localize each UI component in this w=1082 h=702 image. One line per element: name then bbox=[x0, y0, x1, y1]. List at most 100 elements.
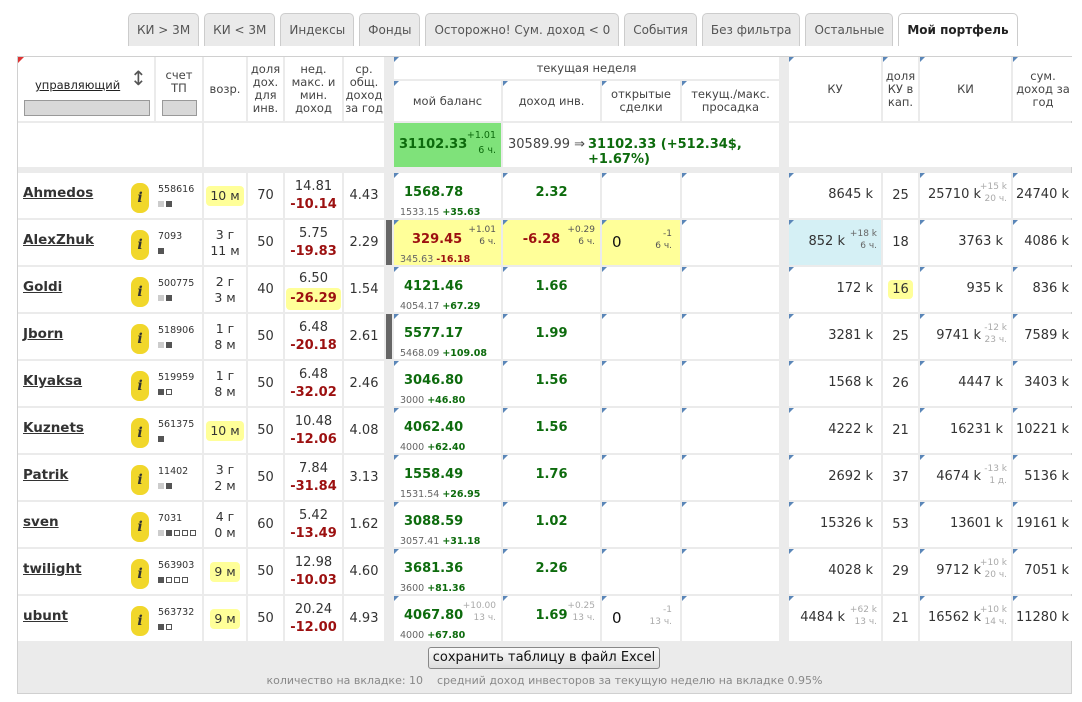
tab-no-filter[interactable]: Без фильтра bbox=[701, 13, 801, 46]
balance-sub: 3000 +46.80 bbox=[400, 395, 465, 406]
manager-name-link[interactable]: Goldi bbox=[23, 279, 62, 295]
header-share-income[interactable]: доля дох. для инв. bbox=[248, 57, 283, 121]
info-icon[interactable]: i bbox=[131, 559, 149, 589]
week-maxmin: 5.42 -13.49 bbox=[285, 502, 342, 547]
header-ku-share[interactable]: доля КУ в кап. bbox=[883, 57, 918, 121]
week-min: -20.18 bbox=[290, 337, 337, 353]
info-icon[interactable]: i bbox=[131, 277, 149, 307]
header-my-balance[interactable]: мой баланс bbox=[394, 81, 501, 121]
info-icon[interactable]: i bbox=[131, 606, 149, 636]
account-filter-input[interactable] bbox=[162, 100, 197, 116]
age-line: 2 г bbox=[215, 273, 235, 289]
sort-arrows-icon[interactable]: ↕ bbox=[130, 68, 147, 88]
manager-name-link[interactable]: sven bbox=[23, 514, 59, 530]
header-inv-income[interactable]: доход инв. bbox=[503, 81, 600, 121]
age-line: 10 м bbox=[206, 420, 244, 441]
manager-name-link[interactable]: AlexZhuk bbox=[23, 232, 94, 248]
ku-share-text: 21 bbox=[892, 611, 909, 626]
ku-cell: 4028 k bbox=[789, 549, 881, 594]
header-drawdown[interactable]: текущ./макс. просадка bbox=[682, 81, 779, 121]
week-max: 20.24 bbox=[294, 601, 333, 617]
change-value: -1 bbox=[663, 605, 672, 615]
balance-base: 3000 bbox=[400, 395, 425, 406]
ku-share-value: 21 bbox=[883, 596, 918, 641]
account-number: 561375 bbox=[158, 419, 195, 430]
manager-name-link[interactable]: Klyaksa bbox=[23, 373, 82, 389]
manager-name-link[interactable]: twilight bbox=[23, 561, 82, 577]
tab-ki-gt-3m[interactable]: КИ > 3М bbox=[128, 13, 200, 46]
week-min: -12.06 bbox=[290, 431, 337, 447]
info-icon[interactable]: i bbox=[131, 371, 149, 401]
header-week-maxmin[interactable]: нед. макс. и мин. доход bbox=[285, 57, 342, 121]
ku-share-text: 16 bbox=[888, 280, 913, 299]
ki-cell: 25710 k +15 k 20 ч. bbox=[920, 173, 1011, 218]
drawdown-cell bbox=[682, 549, 779, 594]
balance-delta: +109.08 bbox=[442, 348, 487, 359]
week-maxmin-cell: 6.48 -32.02 bbox=[285, 361, 342, 406]
manager-name-link[interactable]: ubunt bbox=[23, 608, 68, 624]
income-cell: 1.76 bbox=[503, 455, 600, 500]
balance-delta: +67.29 bbox=[442, 301, 481, 312]
tab-others[interactable]: Остальные bbox=[805, 13, 894, 46]
tab-ki-lt-3m[interactable]: КИ < 3М bbox=[204, 13, 276, 46]
info-icon[interactable]: i bbox=[131, 183, 149, 213]
open-deals-cell bbox=[602, 361, 680, 406]
manager-name-link[interactable]: Ahmedos bbox=[23, 185, 93, 201]
sort-manager-link[interactable]: управляющий bbox=[35, 79, 120, 92]
header-open-deals[interactable]: открытые сделки bbox=[602, 81, 680, 121]
drawdown-cell bbox=[682, 173, 779, 218]
header-age[interactable]: возр. bbox=[204, 57, 246, 121]
tab-my-portfolio[interactable]: Мой портфель bbox=[898, 13, 1018, 46]
rating-square bbox=[182, 530, 188, 536]
ku-share-text: 18 bbox=[892, 235, 909, 250]
week-maxmin: 20.24 -12.00 bbox=[285, 596, 342, 641]
avg-income-cell: 4.08 bbox=[344, 408, 384, 453]
manager-name-link[interactable]: Patrik bbox=[23, 467, 68, 483]
info-icon[interactable]: i bbox=[131, 512, 149, 542]
header-sum-income[interactable]: сум. доход за год bbox=[1013, 57, 1073, 121]
open-deals-cell bbox=[602, 502, 680, 547]
ki-cell: 16231 k bbox=[920, 408, 1011, 453]
header-avg-income[interactable]: ср. общ. доход за год bbox=[344, 57, 384, 121]
tab-indexes[interactable]: Индексы bbox=[280, 13, 355, 46]
ku-cell: 852 k +18 k 6 ч. bbox=[789, 220, 881, 265]
tab-caution[interactable]: Осторожно! Сум. доход < 0 bbox=[425, 13, 620, 46]
sum-income-cell: 4086 k bbox=[1013, 220, 1073, 265]
week-max: 6.48 bbox=[299, 366, 328, 382]
manager-name-link[interactable]: Kuznets bbox=[23, 420, 84, 436]
rating-square bbox=[158, 342, 164, 348]
info-icon[interactable]: i bbox=[131, 418, 149, 448]
manager-name-link[interactable]: Jborn bbox=[23, 326, 63, 342]
ki-change: -13 k 1 д. bbox=[984, 463, 1007, 487]
change-time: 13 ч. bbox=[473, 613, 497, 623]
avg-income-cell: 1.54 bbox=[344, 267, 384, 312]
tab-funds[interactable]: Фонды bbox=[359, 13, 421, 46]
week-max: 6.48 bbox=[299, 319, 328, 335]
avg-income: 4.93 bbox=[349, 611, 379, 626]
balance-value: 1568.78 bbox=[404, 185, 464, 200]
age-line: 9 м bbox=[210, 561, 240, 582]
info-icon[interactable]: i bbox=[131, 324, 149, 354]
week-max: 10.48 bbox=[294, 413, 333, 429]
header-ku[interactable]: КУ bbox=[789, 57, 881, 121]
info-icon[interactable]: i bbox=[131, 230, 149, 260]
change-time: 6 ч. bbox=[479, 237, 496, 247]
header-ki[interactable]: КИ bbox=[920, 57, 1011, 121]
week-maxmin: 6.48 -20.18 bbox=[285, 314, 342, 359]
ku-share-text: 26 bbox=[892, 376, 909, 391]
account-number: 500775 bbox=[158, 278, 195, 289]
ku-share-value: 25 bbox=[883, 314, 918, 359]
sum-income-value: 7589 k bbox=[1024, 328, 1069, 343]
save-excel-button[interactable]: сохранить таблицу в файл Excel bbox=[428, 647, 660, 669]
manager-filter-input[interactable] bbox=[24, 100, 150, 116]
manager-cell: Patrik i 11402 bbox=[18, 455, 202, 500]
info-icon[interactable]: i bbox=[131, 465, 149, 495]
tab-events[interactable]: События bbox=[624, 13, 697, 46]
age-cell: 10 м bbox=[204, 408, 246, 453]
manager-cell: twilight i 563903 bbox=[18, 549, 202, 594]
rating-squares bbox=[158, 577, 188, 583]
income-cell: 2.32 bbox=[503, 173, 600, 218]
manager-cell: sven i 7031 bbox=[18, 502, 202, 547]
table-row: ubunt i 563732 9 м 50 20.24 -12.00 4.93 4067.80 4… bbox=[18, 596, 1073, 641]
summary-balance: 31102.33 bbox=[399, 137, 468, 152]
